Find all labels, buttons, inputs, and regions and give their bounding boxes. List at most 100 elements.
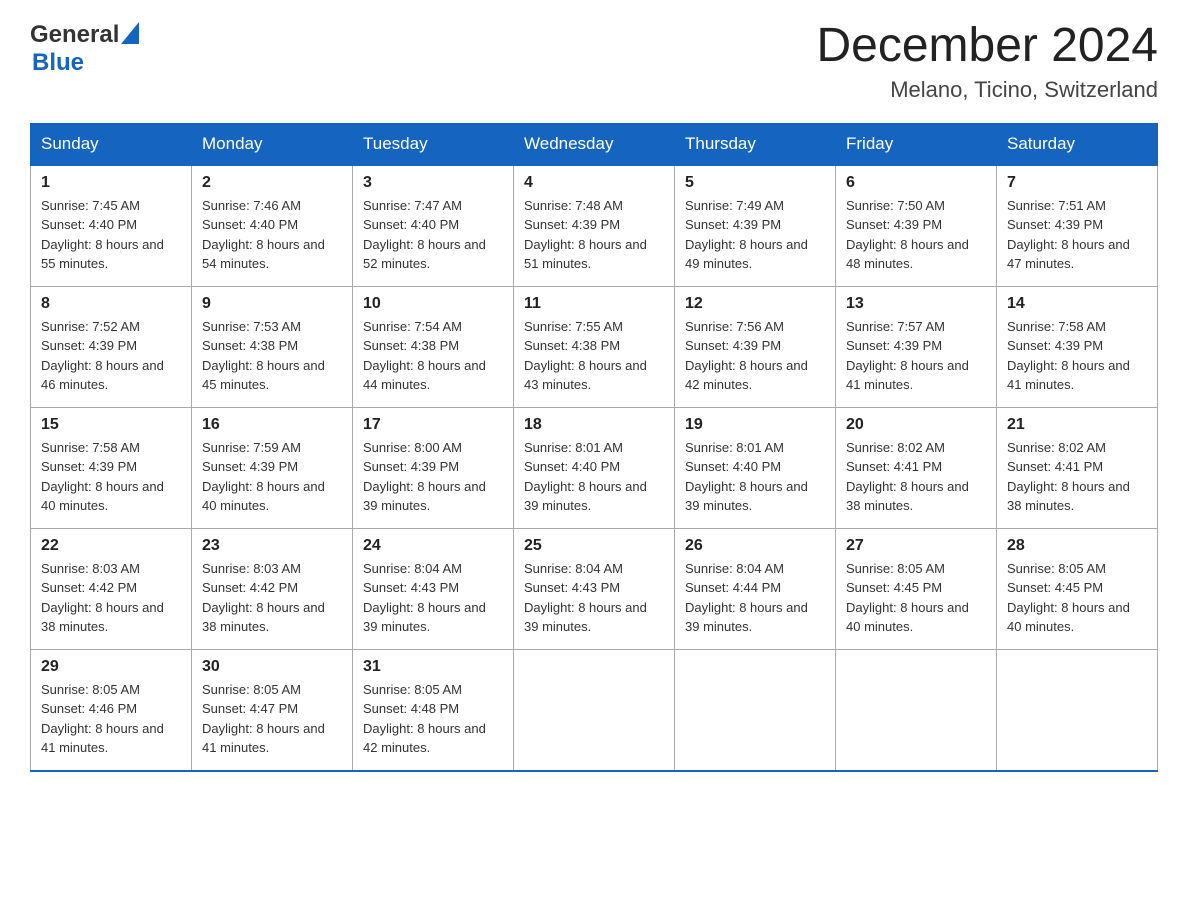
day-info: Sunrise: 7:58 AMSunset: 4:39 PMDaylight:…: [1007, 319, 1130, 393]
day-number: 18: [524, 416, 664, 434]
calendar-cell: 12 Sunrise: 7:56 AMSunset: 4:39 PMDaylig…: [675, 286, 836, 407]
day-info: Sunrise: 7:59 AMSunset: 4:39 PMDaylight:…: [202, 440, 325, 514]
day-info: Sunrise: 8:03 AMSunset: 4:42 PMDaylight:…: [41, 561, 164, 635]
weekday-header-sunday: Sunday: [31, 123, 192, 165]
day-number: 14: [1007, 295, 1147, 313]
calendar-cell: [514, 649, 675, 771]
logo-general-text: General: [30, 21, 119, 49]
day-info: Sunrise: 7:48 AMSunset: 4:39 PMDaylight:…: [524, 198, 647, 272]
calendar-cell: 29 Sunrise: 8:05 AMSunset: 4:46 PMDaylig…: [31, 649, 192, 771]
day-number: 11: [524, 295, 664, 313]
day-info: Sunrise: 7:50 AMSunset: 4:39 PMDaylight:…: [846, 198, 969, 272]
day-number: 17: [363, 416, 503, 434]
day-number: 13: [846, 295, 986, 313]
calendar-cell: 24 Sunrise: 8:04 AMSunset: 4:43 PMDaylig…: [353, 528, 514, 649]
calendar-cell: 23 Sunrise: 8:03 AMSunset: 4:42 PMDaylig…: [192, 528, 353, 649]
day-number: 25: [524, 537, 664, 555]
calendar-cell: 26 Sunrise: 8:04 AMSunset: 4:44 PMDaylig…: [675, 528, 836, 649]
calendar-cell: 17 Sunrise: 8:00 AMSunset: 4:39 PMDaylig…: [353, 407, 514, 528]
calendar-cell: 5 Sunrise: 7:49 AMSunset: 4:39 PMDayligh…: [675, 165, 836, 287]
day-info: Sunrise: 7:54 AMSunset: 4:38 PMDaylight:…: [363, 319, 486, 393]
day-number: 16: [202, 416, 342, 434]
calendar-cell: 30 Sunrise: 8:05 AMSunset: 4:47 PMDaylig…: [192, 649, 353, 771]
day-number: 3: [363, 174, 503, 192]
day-info: Sunrise: 8:01 AMSunset: 4:40 PMDaylight:…: [524, 440, 647, 514]
day-info: Sunrise: 7:46 AMSunset: 4:40 PMDaylight:…: [202, 198, 325, 272]
page-header: General Blue December 2024 Melano, Ticin…: [30, 20, 1158, 103]
calendar-cell: 15 Sunrise: 7:58 AMSunset: 4:39 PMDaylig…: [31, 407, 192, 528]
calendar-cell: 2 Sunrise: 7:46 AMSunset: 4:40 PMDayligh…: [192, 165, 353, 287]
calendar-cell: 10 Sunrise: 7:54 AMSunset: 4:38 PMDaylig…: [353, 286, 514, 407]
day-info: Sunrise: 8:02 AMSunset: 4:41 PMDaylight:…: [1007, 440, 1130, 514]
day-info: Sunrise: 8:01 AMSunset: 4:40 PMDaylight:…: [685, 440, 808, 514]
calendar-cell: 4 Sunrise: 7:48 AMSunset: 4:39 PMDayligh…: [514, 165, 675, 287]
day-info: Sunrise: 7:52 AMSunset: 4:39 PMDaylight:…: [41, 319, 164, 393]
weekday-header-friday: Friday: [836, 123, 997, 165]
day-number: 29: [41, 658, 181, 676]
day-number: 20: [846, 416, 986, 434]
calendar-cell: 9 Sunrise: 7:53 AMSunset: 4:38 PMDayligh…: [192, 286, 353, 407]
day-number: 31: [363, 658, 503, 676]
location-title: Melano, Ticino, Switzerland: [816, 77, 1158, 103]
calendar-week-1: 1 Sunrise: 7:45 AMSunset: 4:40 PMDayligh…: [31, 165, 1158, 287]
day-number: 12: [685, 295, 825, 313]
weekday-header-thursday: Thursday: [675, 123, 836, 165]
day-number: 15: [41, 416, 181, 434]
calendar-cell: 3 Sunrise: 7:47 AMSunset: 4:40 PMDayligh…: [353, 165, 514, 287]
day-info: Sunrise: 8:02 AMSunset: 4:41 PMDaylight:…: [846, 440, 969, 514]
calendar-cell: 28 Sunrise: 8:05 AMSunset: 4:45 PMDaylig…: [997, 528, 1158, 649]
day-number: 2: [202, 174, 342, 192]
calendar-cell: 13 Sunrise: 7:57 AMSunset: 4:39 PMDaylig…: [836, 286, 997, 407]
day-number: 10: [363, 295, 503, 313]
title-area: December 2024 Melano, Ticino, Switzerlan…: [816, 20, 1158, 103]
day-info: Sunrise: 8:05 AMSunset: 4:45 PMDaylight:…: [1007, 561, 1130, 635]
calendar-cell: 18 Sunrise: 8:01 AMSunset: 4:40 PMDaylig…: [514, 407, 675, 528]
calendar-cell: 19 Sunrise: 8:01 AMSunset: 4:40 PMDaylig…: [675, 407, 836, 528]
day-number: 19: [685, 416, 825, 434]
day-info: Sunrise: 7:49 AMSunset: 4:39 PMDaylight:…: [685, 198, 808, 272]
weekday-header-monday: Monday: [192, 123, 353, 165]
logo-triangle-icon: [121, 22, 139, 49]
day-info: Sunrise: 7:55 AMSunset: 4:38 PMDaylight:…: [524, 319, 647, 393]
day-info: Sunrise: 8:05 AMSunset: 4:48 PMDaylight:…: [363, 682, 486, 756]
calendar-cell: 21 Sunrise: 8:02 AMSunset: 4:41 PMDaylig…: [997, 407, 1158, 528]
day-info: Sunrise: 8:00 AMSunset: 4:39 PMDaylight:…: [363, 440, 486, 514]
day-number: 22: [41, 537, 181, 555]
day-number: 30: [202, 658, 342, 676]
logo-blue-text: Blue: [32, 49, 84, 76]
day-info: Sunrise: 7:51 AMSunset: 4:39 PMDaylight:…: [1007, 198, 1130, 272]
day-info: Sunrise: 8:05 AMSunset: 4:46 PMDaylight:…: [41, 682, 164, 756]
calendar-cell: [997, 649, 1158, 771]
day-number: 5: [685, 174, 825, 192]
month-title: December 2024: [816, 20, 1158, 73]
calendar-cell: 7 Sunrise: 7:51 AMSunset: 4:39 PMDayligh…: [997, 165, 1158, 287]
day-info: Sunrise: 7:53 AMSunset: 4:38 PMDaylight:…: [202, 319, 325, 393]
day-info: Sunrise: 7:56 AMSunset: 4:39 PMDaylight:…: [685, 319, 808, 393]
day-info: Sunrise: 7:58 AMSunset: 4:39 PMDaylight:…: [41, 440, 164, 514]
day-number: 9: [202, 295, 342, 313]
calendar-cell: 6 Sunrise: 7:50 AMSunset: 4:39 PMDayligh…: [836, 165, 997, 287]
calendar-cell: 31 Sunrise: 8:05 AMSunset: 4:48 PMDaylig…: [353, 649, 514, 771]
day-number: 6: [846, 174, 986, 192]
day-number: 27: [846, 537, 986, 555]
calendar-cell: 27 Sunrise: 8:05 AMSunset: 4:45 PMDaylig…: [836, 528, 997, 649]
day-number: 21: [1007, 416, 1147, 434]
day-info: Sunrise: 8:04 AMSunset: 4:43 PMDaylight:…: [363, 561, 486, 635]
day-info: Sunrise: 8:03 AMSunset: 4:42 PMDaylight:…: [202, 561, 325, 635]
day-info: Sunrise: 7:45 AMSunset: 4:40 PMDaylight:…: [41, 198, 164, 272]
weekday-header-tuesday: Tuesday: [353, 123, 514, 165]
day-info: Sunrise: 7:47 AMSunset: 4:40 PMDaylight:…: [363, 198, 486, 272]
day-info: Sunrise: 8:05 AMSunset: 4:47 PMDaylight:…: [202, 682, 325, 756]
calendar-cell: 11 Sunrise: 7:55 AMSunset: 4:38 PMDaylig…: [514, 286, 675, 407]
calendar-week-2: 8 Sunrise: 7:52 AMSunset: 4:39 PMDayligh…: [31, 286, 1158, 407]
calendar-cell: 14 Sunrise: 7:58 AMSunset: 4:39 PMDaylig…: [997, 286, 1158, 407]
calendar-cell: [675, 649, 836, 771]
day-number: 23: [202, 537, 342, 555]
day-info: Sunrise: 8:04 AMSunset: 4:44 PMDaylight:…: [685, 561, 808, 635]
day-number: 1: [41, 174, 181, 192]
calendar-cell: 8 Sunrise: 7:52 AMSunset: 4:39 PMDayligh…: [31, 286, 192, 407]
day-number: 28: [1007, 537, 1147, 555]
calendar-week-4: 22 Sunrise: 8:03 AMSunset: 4:42 PMDaylig…: [31, 528, 1158, 649]
weekday-header-saturday: Saturday: [997, 123, 1158, 165]
calendar-cell: 20 Sunrise: 8:02 AMSunset: 4:41 PMDaylig…: [836, 407, 997, 528]
